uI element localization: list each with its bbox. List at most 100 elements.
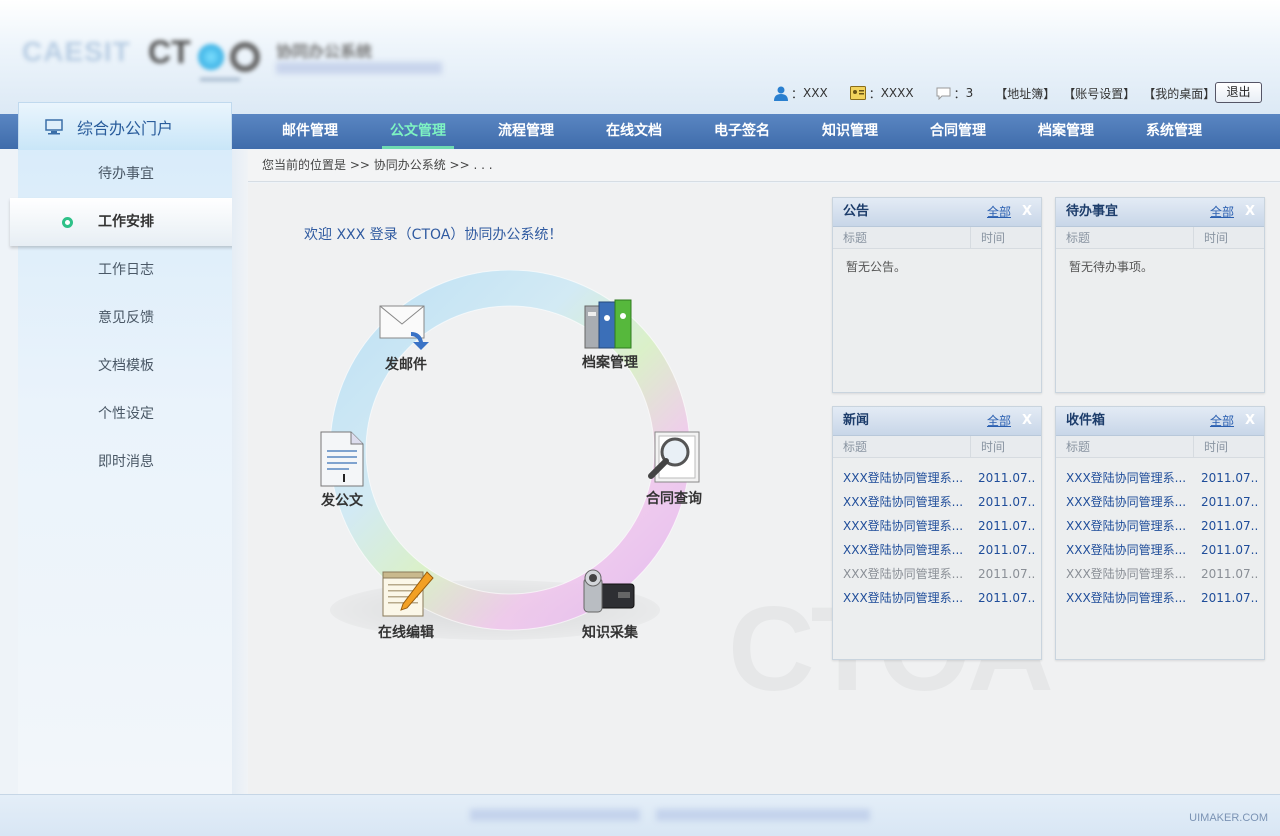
messages-info[interactable]: ： 3 [936,85,973,102]
col-time: 时间 [981,231,1006,245]
sidebar-item-feedback[interactable]: 意见反馈 [18,294,232,342]
item-date: 2011.07.. [978,495,1036,509]
item-title[interactable]: XXX登陆协同管理系... [833,586,968,610]
id-card-icon [849,86,866,100]
news-panel: 新闻 全部 X 标题 时间 XXX登陆协同管理系... 2011.07.. XXX… [832,406,1042,660]
panel-header: 待办事宜 全部 X [1056,198,1264,227]
item-date: 2011.07.. [1201,471,1259,485]
ring-item-send-mail[interactable]: 发邮件 [356,302,456,374]
logo-text: 协同办公系统 [276,44,373,61]
item-date: 2011.07.. [978,543,1036,557]
ring-item-send-document[interactable]: 发公文 [292,430,392,510]
ring-item-archives[interactable]: 档案管理 [560,298,660,372]
item-title[interactable]: XXX登陆协同管理系... [833,538,968,562]
item-title[interactable]: XXX登陆协同管理系... [1056,538,1191,562]
ring-item-knowledge-capture[interactable]: 知识采集 [560,566,660,642]
logo-subtitle-bar [276,62,442,74]
logo-underline [200,78,240,81]
nav-workflow[interactable]: 流程管理 [472,114,580,149]
footer-watermark: UIMAKER.COM [1189,812,1268,824]
list-item[interactable]: XXX登陆协同管理系... 2011.07.. [1056,562,1264,586]
list-item[interactable]: XXX登陆协同管理系... 2011.07.. [833,490,1041,514]
list-item[interactable]: XXX登陆协同管理系... 2011.07.. [833,466,1041,490]
sidebar-item-preferences[interactable]: 个性设定 [18,390,232,438]
user-info[interactable]: ： XXX [774,85,828,102]
close-icon[interactable]: X [1022,198,1032,226]
col-time: 时间 [981,440,1006,454]
nav-contracts[interactable]: 合同管理 [904,114,1012,149]
item-date: 2011.07.. [1201,591,1259,605]
list-item[interactable]: XXX登陆协同管理系... 2011.07.. [1056,466,1264,490]
item-title[interactable]: XXX登陆协同管理系... [1056,466,1191,490]
close-icon[interactable]: X [1245,407,1255,435]
ring-label: 发邮件 [385,357,427,373]
mail-icon [379,305,429,350]
item-title[interactable]: XXX登陆协同管理系... [833,466,968,490]
panel-header: 公告 全部 X [833,198,1041,227]
item-date: 2011.07.. [1201,567,1259,581]
ring-item-online-edit[interactable]: 在线编辑 [356,568,456,642]
list-item[interactable]: XXX登陆协同管理系... 2011.07.. [1056,514,1264,538]
view-all-link[interactable]: 全部 [1210,407,1234,435]
close-icon[interactable]: X [1245,198,1255,226]
list-item[interactable]: XXX登陆协同管理系... 2011.07.. [1056,538,1264,562]
logo-ring-icon [230,42,260,72]
list-item[interactable]: XXX登陆协同管理系... 2011.07.. [833,562,1041,586]
view-all-link[interactable]: 全部 [987,198,1011,226]
ring-item-contract-search[interactable]: 合同查询 [624,430,724,508]
list-item[interactable]: XXX登陆协同管理系... 2011.07.. [833,538,1041,562]
welcome-message: 欢迎 XXX 登录（CTOA）协同办公系统！ [304,227,563,243]
camcorder-icon [583,569,635,613]
list-item[interactable]: XXX登陆协同管理系... 2011.07.. [833,514,1041,538]
item-title[interactable]: XXX登陆协同管理系... [833,562,968,586]
panel-title: 新闻 [843,413,870,428]
view-all-link[interactable]: 全部 [987,407,1011,435]
col-time: 时间 [1204,231,1229,245]
item-title[interactable]: XXX登陆协同管理系... [833,490,968,514]
item-date: 2011.07.. [1201,543,1259,557]
item-date: 2011.07.. [1201,519,1259,533]
item-date: 2011.07.. [978,471,1036,485]
inbox-list: XXX登陆协同管理系... 2011.07.. XXX登陆协同管理系... 2011… [1056,458,1264,610]
nav-documents[interactable]: 公文管理 [364,114,472,149]
account-settings-link[interactable]: 【账号设置】 [1063,85,1135,102]
sidebar-item-templates[interactable]: 文档模板 [18,342,232,390]
document-icon [320,431,364,487]
list-item[interactable]: XXX登陆协同管理系... 2011.07.. [1056,586,1264,610]
item-title[interactable]: XXX登陆协同管理系... [1056,514,1191,538]
todo-panel: 待办事宜 全部 X 标题 时间 暂无待办事项。 [1055,197,1265,393]
item-date: 2011.07.. [1201,495,1259,509]
list-item[interactable]: XXX登陆协同管理系... 2011.07.. [1056,490,1264,514]
address-book-link[interactable]: 【地址簿】 [995,85,1055,102]
logo-left: CAESIT [22,36,131,67]
user-icon [774,86,788,101]
item-title[interactable]: XXX登陆协同管理系... [833,514,968,538]
item-title[interactable]: XXX登陆协同管理系... [1056,562,1191,586]
sidebar-item-work-log[interactable]: 工作日志 [18,246,232,294]
col-title: 标题 [1056,227,1194,248]
user-name: XXX [803,86,828,100]
announcement-panel: 公告 全部 X 标题 时间 暂无公告。 [832,197,1042,393]
logout-button[interactable]: 退出 [1215,82,1262,103]
sidebar-item-instant-messages[interactable]: 即时消息 [18,438,232,486]
portal-tab[interactable]: 综合办公门户 [18,102,232,150]
my-desktop-link[interactable]: 【我的桌面】 [1143,85,1215,102]
nav-mail[interactable]: 邮件管理 [256,114,364,149]
nav-system[interactable]: 系统管理 [1120,114,1228,149]
nav-e-signature[interactable]: 电子签名 [688,114,796,149]
list-item[interactable]: XXX登陆协同管理系... 2011.07.. [833,586,1041,610]
sidebar-item-work-schedule[interactable]: 工作安排 [10,198,238,246]
nav-online-docs[interactable]: 在线文档 [580,114,688,149]
item-title[interactable]: XXX登陆协同管理系... [1056,586,1191,610]
panel-title: 待办事宜 [1066,204,1119,219]
nav-archives[interactable]: 档案管理 [1012,114,1120,149]
close-icon[interactable]: X [1022,407,1032,435]
id-colon: ： [868,86,881,101]
view-all-link[interactable]: 全部 [1210,198,1234,226]
nav-knowledge[interactable]: 知识管理 [796,114,904,149]
item-title[interactable]: XXX登陆协同管理系... [1056,490,1191,514]
item-date: 2011.07.. [978,567,1036,581]
item-date: 2011.07.. [978,591,1036,605]
sidebar-item-todo[interactable]: 待办事宜 [18,150,232,198]
id-info[interactable]: ： XXXX [849,85,914,102]
